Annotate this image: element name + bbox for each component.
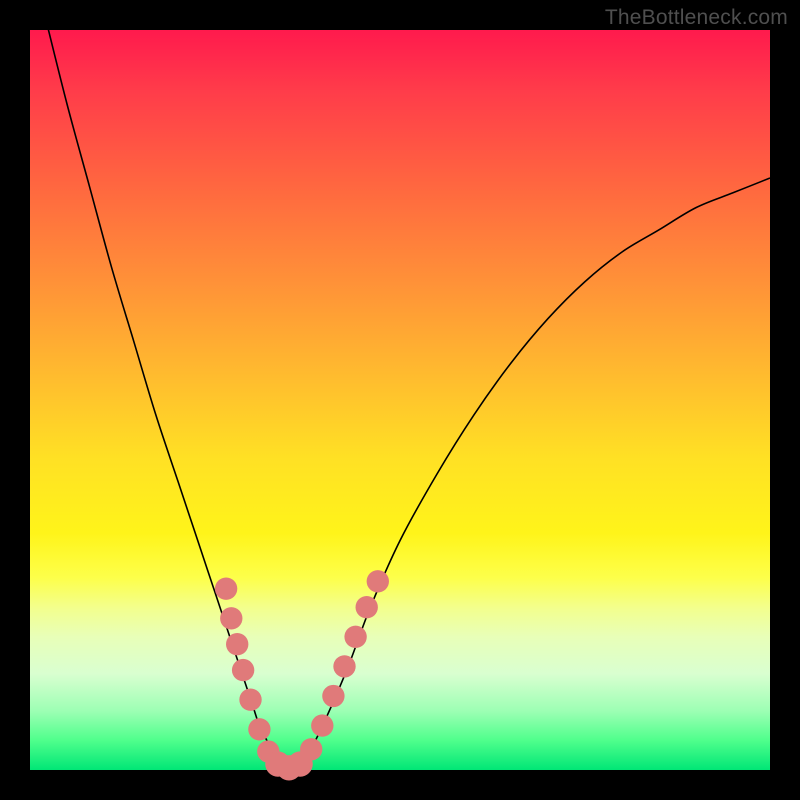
plot-svg (30, 30, 770, 770)
curve-marker (215, 578, 237, 600)
curve-marker (356, 596, 378, 618)
curve-marker (220, 607, 242, 629)
curve-marker (344, 626, 366, 648)
curve-marker (367, 570, 389, 592)
plot-frame (30, 30, 770, 770)
curve-marker (322, 685, 344, 707)
bottleneck-curve (45, 15, 770, 770)
curve-marker (248, 718, 270, 740)
curve-marker (333, 655, 355, 677)
curve-marker (239, 689, 261, 711)
curve-marker (232, 659, 254, 681)
watermark-text: TheBottleneck.com (605, 6, 788, 30)
marker-group (215, 570, 389, 780)
curve-marker (311, 714, 333, 736)
curve-marker (300, 738, 322, 760)
curve-marker (226, 633, 248, 655)
